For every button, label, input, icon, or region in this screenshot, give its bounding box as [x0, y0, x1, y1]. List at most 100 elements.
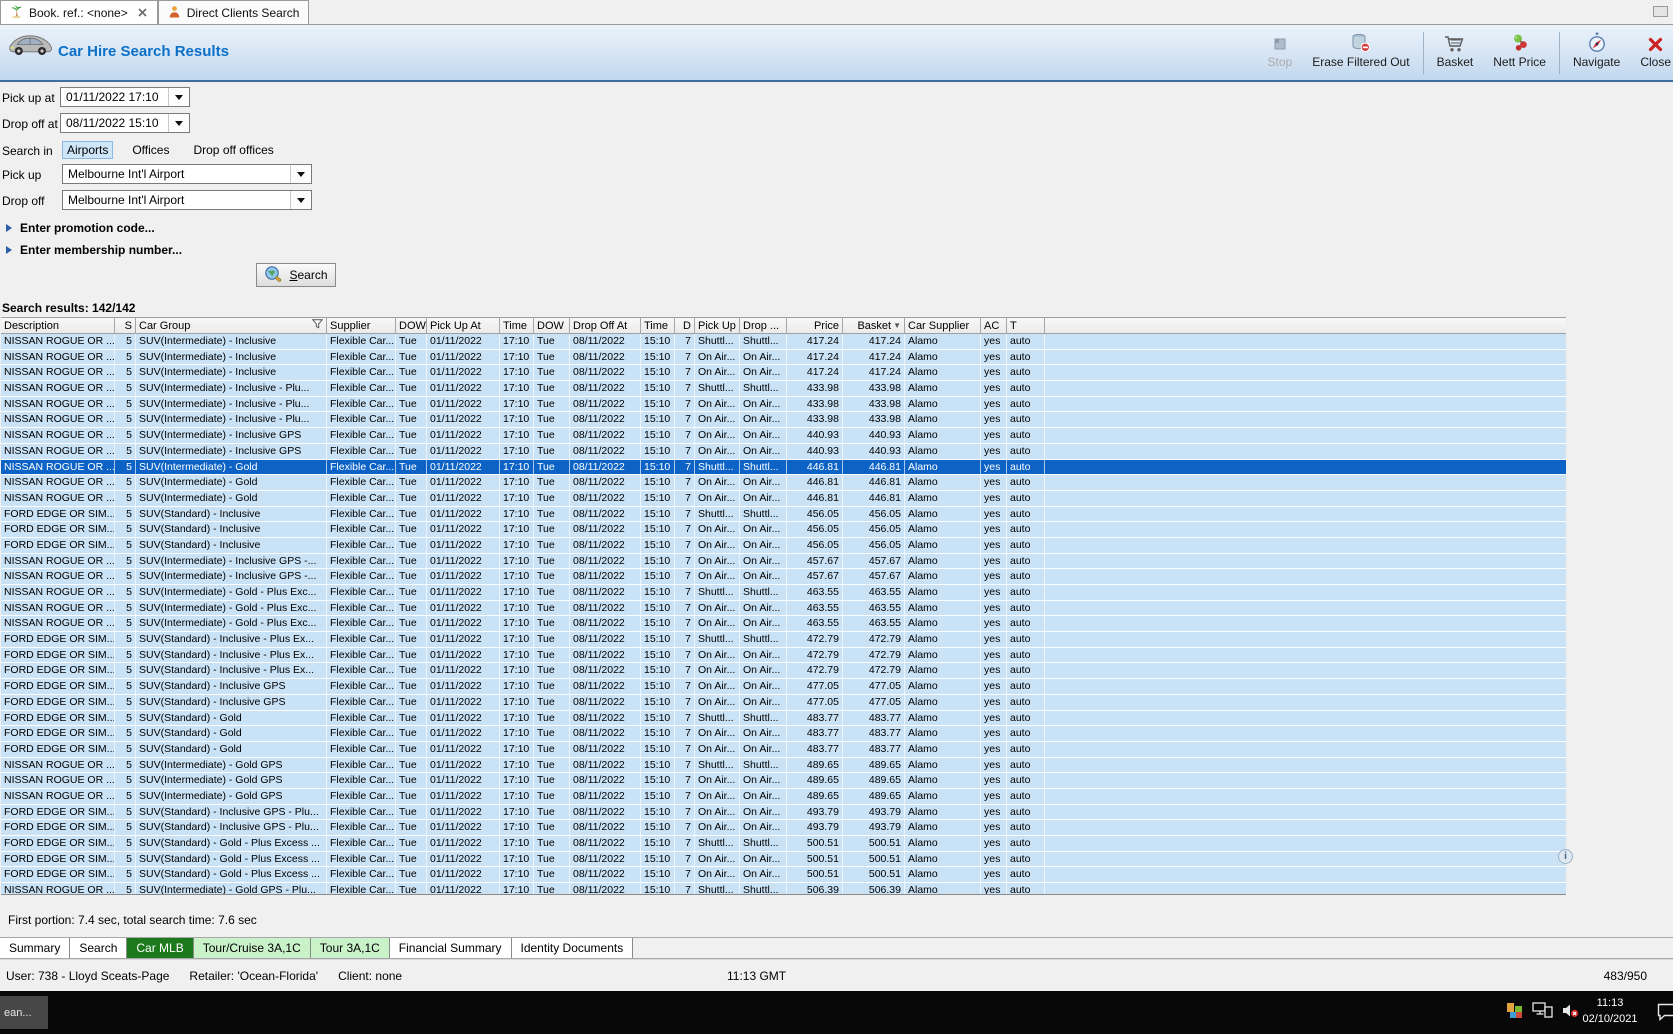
table-row[interactable]: NISSAN ROGUE OR ... 5 SUV(Intermediate) - …	[1, 490, 1566, 507]
nett-price-button[interactable]: Nett Price	[1483, 30, 1556, 72]
info-icon[interactable]: i	[1558, 849, 1573, 864]
search-in-offices[interactable]: Offices	[127, 141, 174, 159]
column-header-drop-off-at[interactable]: Drop Off At	[570, 318, 641, 333]
taskbar-app-button[interactable]: ean...	[0, 996, 48, 1029]
column-header-pick-up-at[interactable]: Pick Up At	[427, 318, 500, 333]
column-header-description[interactable]: Description	[1, 318, 115, 333]
grid-cell-pick-up-at: 01/11/2022	[427, 867, 500, 883]
grid-cell-description: NISSAN ROGUE OR ...	[1, 475, 115, 490]
column-header-d[interactable]: D	[675, 318, 695, 333]
column-header-supplier[interactable]: Supplier	[327, 318, 396, 333]
column-header-time[interactable]: Time	[641, 318, 675, 333]
table-row[interactable]: NISSAN ROGUE OR ... 5 SUV(Intermediate) - …	[1, 365, 1566, 382]
table-row[interactable]: NISSAN ROGUE OR ... 5 SUV(Intermediate) - …	[1, 428, 1566, 444]
membership-number-expander[interactable]: Enter membership number...	[6, 243, 182, 257]
table-row[interactable]: FORD EDGE OR SIM... 5 SUV(Standard) - Gold…	[1, 867, 1566, 884]
search-in-airports[interactable]: Airports	[62, 141, 114, 159]
antivirus-tray-icon[interactable]	[1506, 1001, 1524, 1024]
dropoff-location-combo[interactable]: Melbourne Int'l Airport	[62, 190, 312, 210]
table-row[interactable]: FORD EDGE OR SIM... 5 SUV(Standard) - Incl…	[1, 663, 1566, 680]
column-header-car-supplier[interactable]: Car Supplier	[905, 318, 981, 333]
column-header-s[interactable]: S	[115, 318, 136, 333]
stop-button: Stop	[1258, 30, 1303, 72]
table-row[interactable]: FORD EDGE OR SIM... 5 SUV(Standard) - Incl…	[1, 679, 1566, 695]
table-row[interactable]: NISSAN ROGUE OR ... 5 SUV(Intermediate) - …	[1, 334, 1566, 350]
search-button[interactable]: Search	[256, 263, 336, 287]
grid-cell-drop-off-at: 08/11/2022	[570, 804, 641, 820]
taskbar-clock[interactable]: 11:13 02/10/2021	[1575, 995, 1645, 1027]
column-header-dow[interactable]: DOW	[534, 318, 570, 333]
grid-cell-filler	[1045, 711, 1566, 726]
document-tab-direct-clients-search[interactable]: Direct Clients Search	[157, 0, 310, 24]
table-row[interactable]: NISSAN ROGUE OR ... 5 SUV(Intermediate) - …	[1, 757, 1566, 774]
column-header-time[interactable]: Time	[500, 318, 534, 333]
table-row[interactable]: NISSAN ROGUE OR ... 5 SUV(Intermediate) - …	[1, 459, 1566, 476]
column-header-drop[interactable]: Drop ...	[740, 318, 787, 333]
column-header-ac[interactable]: AC	[981, 318, 1007, 333]
table-row[interactable]: FORD EDGE OR SIM... 5 SUV(Standard) - Incl…	[1, 820, 1566, 836]
basket-button[interactable]: Basket	[1427, 30, 1484, 72]
close-icon[interactable]	[137, 7, 148, 18]
tab-identity-documents[interactable]: Identity Documents	[511, 938, 634, 958]
network-icon[interactable]	[1532, 1001, 1553, 1024]
table-row[interactable]: FORD EDGE OR SIM... 5 SUV(Standard) - Gold…	[1, 741, 1566, 758]
dropoff-at-combo[interactable]: 08/11/2022 15:10	[60, 113, 190, 133]
table-row[interactable]: FORD EDGE OR SIM... 5 SUV(Standard) - Gold…	[1, 836, 1566, 852]
document-tab-book-ref-none[interactable]: Book. ref.: <none>	[0, 0, 158, 24]
grid-cell-supplier: Flexible Car...	[327, 381, 396, 396]
grid-cell-drop-off-at: 08/11/2022	[570, 741, 641, 757]
pickup-location-combo[interactable]: Melbourne Int'l Airport	[62, 164, 312, 184]
table-row[interactable]: NISSAN ROGUE OR ... 5 SUV(Intermediate) - …	[1, 883, 1566, 894]
table-row[interactable]: NISSAN ROGUE OR ... 5 SUV(Intermediate) - …	[1, 569, 1566, 585]
window-control-icon[interactable]	[1653, 6, 1668, 17]
column-header-dow[interactable]: DOW	[396, 318, 427, 333]
table-row[interactable]: FORD EDGE OR SIM... 5 SUV(Standard) - Incl…	[1, 537, 1566, 554]
column-header-t[interactable]: T	[1007, 318, 1045, 333]
pickup-at-combo[interactable]: 01/11/2022 17:10	[60, 87, 190, 107]
chevron-down-icon[interactable]	[290, 165, 311, 183]
column-header-car-group[interactable]: Car Group	[136, 318, 327, 333]
erase-filtered-out-button[interactable]: Erase Filtered Out	[1302, 30, 1419, 72]
tab-summary[interactable]: Summary	[0, 938, 71, 958]
table-row[interactable]: NISSAN ROGUE OR ... 5 SUV(Intermediate) - …	[1, 788, 1566, 805]
notification-icon[interactable]	[1656, 1002, 1673, 1026]
tab-tour-3a-1c[interactable]: Tour 3A,1C	[310, 938, 390, 958]
table-row[interactable]: FORD EDGE OR SIM... 5 SUV(Standard) - Gold…	[1, 710, 1566, 727]
table-row[interactable]: NISSAN ROGUE OR ... 5 SUV(Intermediate) - …	[1, 475, 1566, 491]
promotion-code-expander[interactable]: Enter promotion code...	[6, 221, 155, 235]
table-row[interactable]: NISSAN ROGUE OR ... 5 SUV(Intermediate) - …	[1, 773, 1566, 789]
table-row[interactable]: NISSAN ROGUE OR ... 5 SUV(Intermediate) - …	[1, 412, 1566, 429]
tab-search[interactable]: Search	[70, 938, 128, 958]
grid-cell-dow: Tue	[396, 679, 427, 694]
table-row[interactable]: NISSAN ROGUE OR ... 5 SUV(Intermediate) - …	[1, 443, 1566, 460]
table-row[interactable]: NISSAN ROGUE OR ... 5 SUV(Intermediate) - …	[1, 349, 1566, 366]
column-header-pick-up[interactable]: Pick Up	[695, 318, 740, 333]
column-header-basket[interactable]: Basket ▼	[843, 318, 905, 333]
close-button[interactable]: Close	[1630, 30, 1673, 72]
table-row[interactable]: NISSAN ROGUE OR ... 5 SUV(Intermediate) - …	[1, 616, 1566, 633]
table-row[interactable]: FORD EDGE OR SIM... 5 SUV(Standard) - Incl…	[1, 522, 1566, 538]
grid-cell-time: 17:10	[500, 836, 534, 851]
table-row[interactable]: FORD EDGE OR SIM... 5 SUV(Standard) - Incl…	[1, 694, 1566, 711]
tab-tour-cruise-3a-1c[interactable]: Tour/Cruise 3A,1C	[193, 938, 311, 958]
table-row[interactable]: NISSAN ROGUE OR ... 5 SUV(Intermediate) - …	[1, 553, 1566, 570]
search-in-drop-off-offices[interactable]: Drop off offices	[188, 141, 278, 159]
table-row[interactable]: NISSAN ROGUE OR ... 5 SUV(Intermediate) - …	[1, 381, 1566, 397]
table-row[interactable]: FORD EDGE OR SIM... 5 SUV(Standard) - Gold…	[1, 726, 1566, 742]
chevron-down-icon[interactable]	[290, 191, 311, 209]
table-row[interactable]: FORD EDGE OR SIM... 5 SUV(Standard) - Incl…	[1, 506, 1566, 523]
table-row[interactable]: NISSAN ROGUE OR ... 5 SUV(Intermediate) - …	[1, 600, 1566, 617]
table-row[interactable]: NISSAN ROGUE OR ... 5 SUV(Intermediate) - …	[1, 396, 1566, 413]
table-row[interactable]: FORD EDGE OR SIM... 5 SUV(Standard) - Incl…	[1, 804, 1566, 821]
chevron-down-icon[interactable]	[168, 114, 189, 132]
tab-car-mlb[interactable]: Car MLB	[127, 938, 194, 958]
chevron-down-icon[interactable]	[168, 88, 189, 106]
column-header-price[interactable]: Price	[787, 318, 843, 333]
grid-body[interactable]: NISSAN ROGUE OR ... 5 SUV(Intermediate) - …	[1, 334, 1566, 894]
table-row[interactable]: FORD EDGE OR SIM... 5 SUV(Standard) - Gold…	[1, 851, 1566, 868]
tab-financial-summary[interactable]: Financial Summary	[389, 938, 512, 958]
table-row[interactable]: FORD EDGE OR SIM... 5 SUV(Standard) - Incl…	[1, 647, 1566, 664]
navigate-button[interactable]: Navigate	[1563, 30, 1630, 72]
table-row[interactable]: FORD EDGE OR SIM... 5 SUV(Standard) - Incl…	[1, 632, 1566, 648]
table-row[interactable]: NISSAN ROGUE OR ... 5 SUV(Intermediate) - …	[1, 585, 1566, 601]
